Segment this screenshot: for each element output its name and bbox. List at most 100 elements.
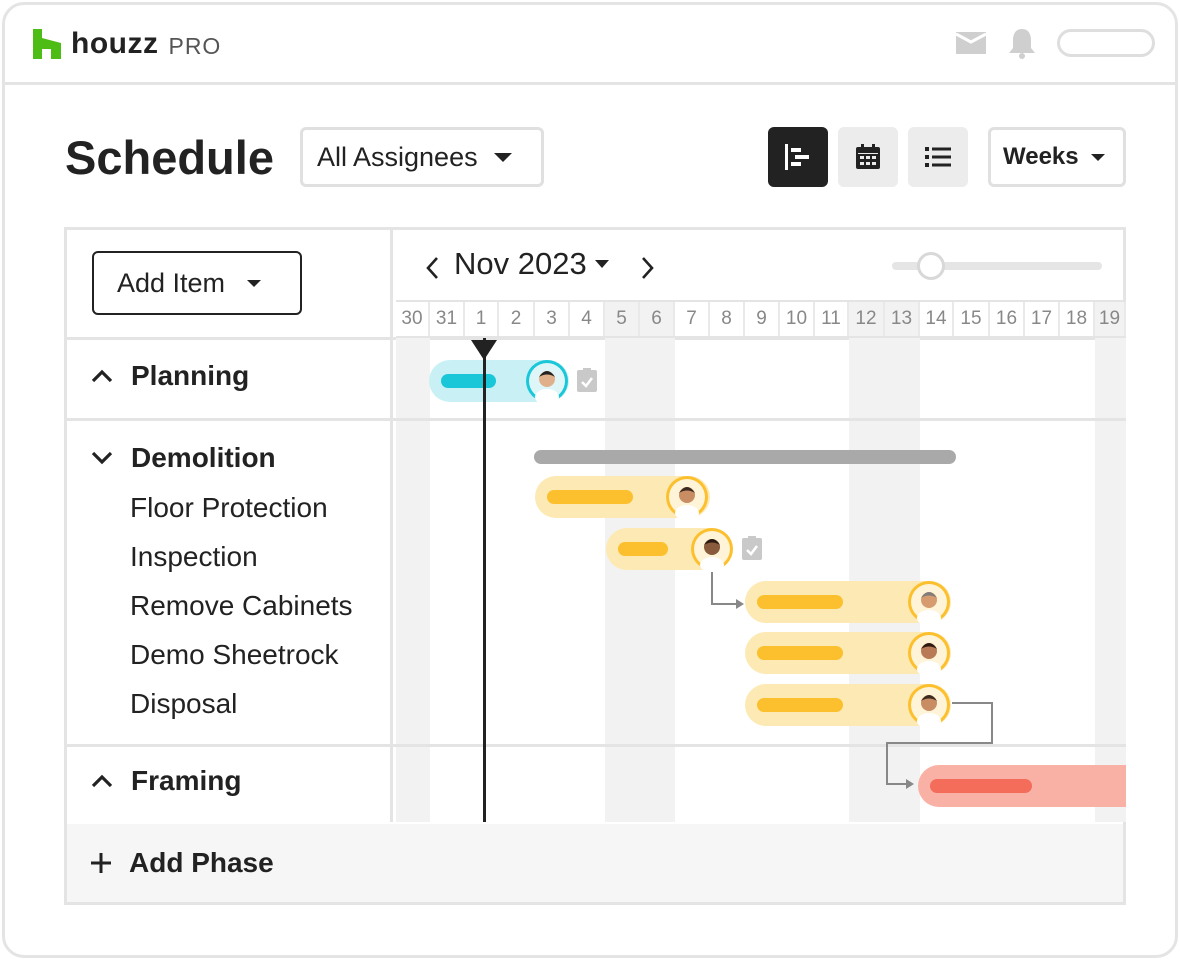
task-bar-progress [757, 595, 843, 609]
chevron-up-icon[interactable] [91, 774, 113, 788]
clipboard-body [577, 370, 597, 392]
gantt-view-icon [785, 144, 809, 170]
chevron-down-icon[interactable] [91, 451, 113, 465]
task-row-disposal[interactable]: Disposal [130, 688, 237, 720]
dependency-arrowhead [736, 599, 744, 609]
phase-row-demolition[interactable]: Demolition [91, 442, 276, 474]
houzz-logo-icon [33, 29, 61, 59]
month-label: Nov 2023 [454, 246, 587, 281]
day-header-6: 6 [640, 302, 675, 336]
task-row-inspection[interactable]: Inspection [130, 541, 258, 573]
gantt-view-button[interactable] [768, 127, 828, 187]
phase-name: Planning [131, 360, 250, 391]
day-header-16: 16 [990, 302, 1025, 336]
weekend-column [1095, 338, 1126, 822]
demolition-summary-bar [534, 450, 956, 464]
day-header-row: 30 31 1 2 3 4 5 6 7 8 9 10 11 12 13 14 15 16 17 18 19 [396, 300, 1126, 338]
day-header-7: 7 [675, 302, 710, 336]
weekend-column [396, 338, 430, 822]
day-header-30: 30 [396, 302, 430, 336]
today-marker-icon [471, 340, 497, 360]
calendar-view-icon [856, 144, 880, 169]
task-list-column: Add Item Planning Demolition Floor Prote… [67, 230, 1126, 822]
chevron-right-icon[interactable] [640, 256, 654, 280]
day-header-13: 13 [885, 302, 920, 336]
bell-icon[interactable] [1007, 27, 1037, 59]
weekend-column [849, 338, 885, 822]
weekend-column [885, 338, 920, 822]
list-view-button[interactable] [908, 127, 968, 187]
day-header-2: 2 [499, 302, 535, 336]
avatar-shirt [700, 557, 724, 573]
framing-phase-bar[interactable] [918, 765, 1126, 807]
task-bar-progress [547, 490, 633, 504]
chevron-down-icon [1090, 153, 1105, 161]
task-row-remove-cabinets[interactable]: Remove Cabinets [130, 590, 353, 622]
clipboard-clip [748, 536, 756, 541]
logo-wordmark: houzz [71, 27, 159, 60]
zoom-select-value: Weeks [1003, 143, 1079, 170]
task-row-demo-sheetrock[interactable]: Demo Sheetrock [130, 639, 339, 671]
gantt-bars [396, 338, 1126, 822]
assignee-filter-value: All Assignees [317, 141, 478, 172]
dependency-arrow [711, 572, 736, 605]
row-divider [396, 744, 1126, 747]
phase-row-framing[interactable]: Framing [91, 765, 241, 797]
top-navigation-bar: houzz PRO [5, 5, 1175, 85]
list-view-icon [925, 147, 951, 167]
timeline-grid: Nov 2023 30 31 1 2 3 4 5 6 7 8 9 10 11 12 13 14 15 16 17 18… [396, 230, 1126, 822]
day-header-4: 4 [570, 302, 605, 336]
logo-pro-suffix: PRO [168, 33, 222, 59]
row-divider [396, 418, 1126, 421]
task-bar-progress [757, 646, 843, 660]
day-header-14: 14 [920, 302, 954, 336]
calendar-view-button[interactable] [838, 127, 898, 187]
header-actions [955, 27, 1155, 59]
day-header-1: 1 [465, 302, 499, 336]
month-navigation: Nov 2023 [396, 230, 1126, 300]
avatar-shirt [535, 389, 559, 405]
day-header-17: 17 [1025, 302, 1060, 336]
add-phase-button[interactable]: Add Phase [67, 824, 1123, 902]
day-header-31: 31 [430, 302, 465, 336]
task-bar-progress [757, 698, 843, 712]
day-header-19: 19 [1095, 302, 1126, 336]
day-header-8: 8 [710, 302, 745, 336]
chevron-left-icon[interactable] [426, 256, 440, 280]
add-item-button[interactable]: Add Item [92, 251, 302, 315]
task-row-floor-protection[interactable]: Floor Protection [130, 492, 328, 524]
month-picker[interactable]: Nov 2023 [454, 246, 609, 282]
plus-icon [91, 853, 111, 873]
chevron-down-icon [247, 279, 262, 287]
checklist-icon[interactable] [577, 368, 597, 392]
weekend-column [640, 338, 675, 822]
day-header-5: 5 [605, 302, 640, 336]
weekend-column [605, 338, 640, 822]
schedule-panel: Add Item Planning Demolition Floor Prote… [64, 227, 1126, 905]
chevron-up-icon[interactable] [91, 369, 113, 383]
clipboard-clip [583, 368, 591, 373]
day-header-12: 12 [849, 302, 885, 336]
search-pill[interactable] [1057, 29, 1155, 57]
add-item-label: Add Item [117, 267, 226, 298]
checklist-icon[interactable] [742, 536, 762, 560]
chevron-down-icon [594, 260, 609, 268]
add-phase-label: Add Phase [129, 847, 274, 878]
zoom-select[interactable]: Weeks [988, 127, 1126, 187]
phase-name: Demolition [131, 442, 276, 473]
assignee-filter-dropdown[interactable]: All Assignees [300, 127, 544, 187]
app-window: houzz PRO Schedule All Assignees Weeks A… [2, 2, 1178, 958]
mail-icon[interactable] [955, 31, 987, 55]
avatar-shirt [917, 610, 941, 626]
day-header-10: 10 [780, 302, 815, 336]
task-bar-progress [618, 542, 668, 556]
task-bar-progress [930, 779, 1032, 793]
zoom-slider-handle[interactable] [917, 252, 945, 280]
phase-row-planning[interactable]: Planning [91, 360, 249, 392]
avatar-shirt [675, 505, 699, 521]
houzz-pro-logo[interactable]: houzz PRO [33, 29, 221, 59]
day-header-15: 15 [954, 302, 990, 336]
today-line [483, 338, 486, 822]
page-title: Schedule [65, 131, 274, 184]
avatar-shirt [917, 661, 941, 677]
